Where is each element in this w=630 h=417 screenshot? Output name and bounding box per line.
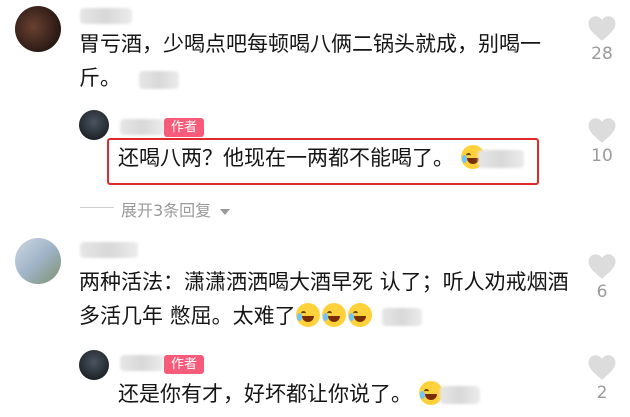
comment-text: 两种活法：潇潇洒洒喝大酒早死 认了；听人劝戒烟酒 多活几年 憋屈。太难了 (79, 270, 569, 328)
timestamp-blurred (382, 308, 422, 326)
timestamp-blurred (139, 71, 179, 89)
avatar[interactable] (79, 110, 109, 140)
like-count: 6 (596, 282, 608, 302)
like-button[interactable]: 10 (582, 117, 622, 166)
avatar[interactable] (15, 238, 61, 284)
heart-icon (588, 254, 616, 279)
like-button[interactable]: 28 (582, 15, 622, 64)
avatar[interactable] (15, 6, 61, 52)
username-blurred[interactable] (120, 355, 164, 371)
heart-icon (588, 16, 616, 41)
crying-emoji-icon (347, 303, 372, 327)
timestamp-blurred (478, 150, 524, 168)
username-blurred[interactable] (80, 242, 138, 258)
author-badge: 作者 (164, 118, 205, 137)
like-button[interactable]: 2 (582, 354, 622, 403)
heart-icon (588, 118, 616, 143)
reply-text: 还是你有才，好坏都让你说了。 (118, 377, 445, 411)
author-badge: 作者 (164, 355, 205, 374)
like-count: 2 (596, 383, 608, 403)
crying-emoji-icon (295, 303, 320, 327)
like-count: 10 (591, 146, 613, 166)
like-count: 28 (591, 44, 613, 64)
chevron-down-icon (220, 208, 231, 215)
username-blurred[interactable] (120, 119, 164, 135)
crying-emoji-icon (321, 303, 346, 327)
username-blurred[interactable] (80, 8, 132, 24)
timestamp-blurred (440, 386, 480, 404)
avatar[interactable] (79, 350, 109, 380)
expand-divider (80, 207, 114, 208)
like-button[interactable]: 6 (582, 253, 622, 302)
expand-replies-label: 展开3条回复 (121, 201, 212, 220)
reply-text: 还喝八两？他现在一两都不能喝了。 (118, 141, 487, 175)
expand-replies-button[interactable]: 展开3条回复 (121, 197, 231, 221)
heart-icon (588, 355, 616, 380)
